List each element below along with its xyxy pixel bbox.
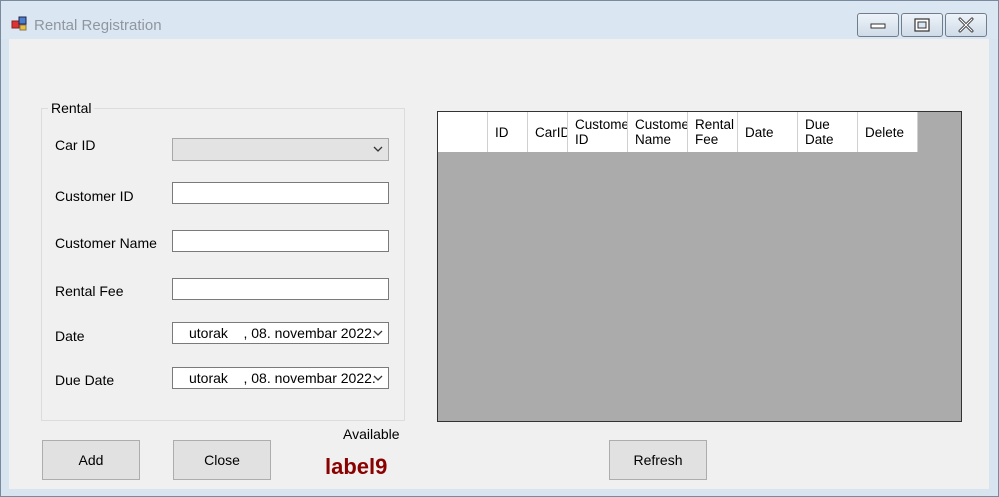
add-button[interactable]: Add [42,440,140,480]
maximize-icon [914,18,930,32]
chevron-down-icon [373,146,383,152]
column-header-customer-id[interactable]: Customer ID [568,112,628,152]
customer-id-field[interactable] [172,182,389,204]
refresh-button[interactable]: Refresh [609,440,707,480]
date-picker-value: utorak , 08. novembar 2022. [189,325,376,341]
due-date-label: Due Date [55,372,115,388]
chevron-down-icon [373,375,383,381]
due-date-picker-value: utorak , 08. novembar 2022. [189,370,376,386]
column-header-delete[interactable]: Delete [858,112,918,152]
availability-status-label: label9 [325,454,388,479]
column-header-date[interactable]: Date [738,112,798,152]
column-header-rental-fee[interactable]: Rental Fee [688,112,738,152]
customer-name-field[interactable] [172,230,389,252]
close-window-button[interactable] [945,13,987,37]
grid-header: ID CarID Customer ID Customer Name Renta… [438,112,918,152]
rentals-data-grid[interactable]: ID CarID Customer ID Customer Name Renta… [437,111,962,422]
chevron-down-icon [373,330,383,336]
date-label: Date [55,328,85,344]
due-date-picker[interactable]: utorak , 08. novembar 2022. [172,367,389,389]
maximize-button[interactable] [901,13,943,37]
customer-name-label: Customer Name [55,235,157,251]
available-label: Available [343,426,400,442]
title-bar[interactable]: Rental Registration [1,1,998,39]
rental-fee-label: Rental Fee [55,283,124,299]
minimize-button[interactable] [857,13,899,37]
rental-groupbox-title: Rental [48,100,95,116]
customer-id-label: Customer ID [55,188,134,204]
app-icon [11,16,27,31]
rental-registration-window: Rental Registration Rental Car ID Custom… [0,0,999,497]
form-client-area: Rental Car ID Customer ID Customer Name … [9,39,989,489]
car-id-label: Car ID [55,137,96,153]
date-picker[interactable]: utorak , 08. novembar 2022. [172,322,389,344]
car-id-combobox[interactable] [172,138,389,161]
rental-fee-field[interactable] [172,278,389,300]
close-icon [958,17,974,33]
window-title: Rental Registration [34,17,162,34]
grid-row-header-corner [438,112,488,152]
column-header-car-id[interactable]: CarID [528,112,568,152]
column-header-id[interactable]: ID [488,112,528,152]
column-header-due-date[interactable]: Due Date [798,112,858,152]
close-button[interactable]: Close [173,440,271,480]
minimize-icon [870,23,886,29]
column-header-customer-name[interactable]: Customer Name [628,112,688,152]
